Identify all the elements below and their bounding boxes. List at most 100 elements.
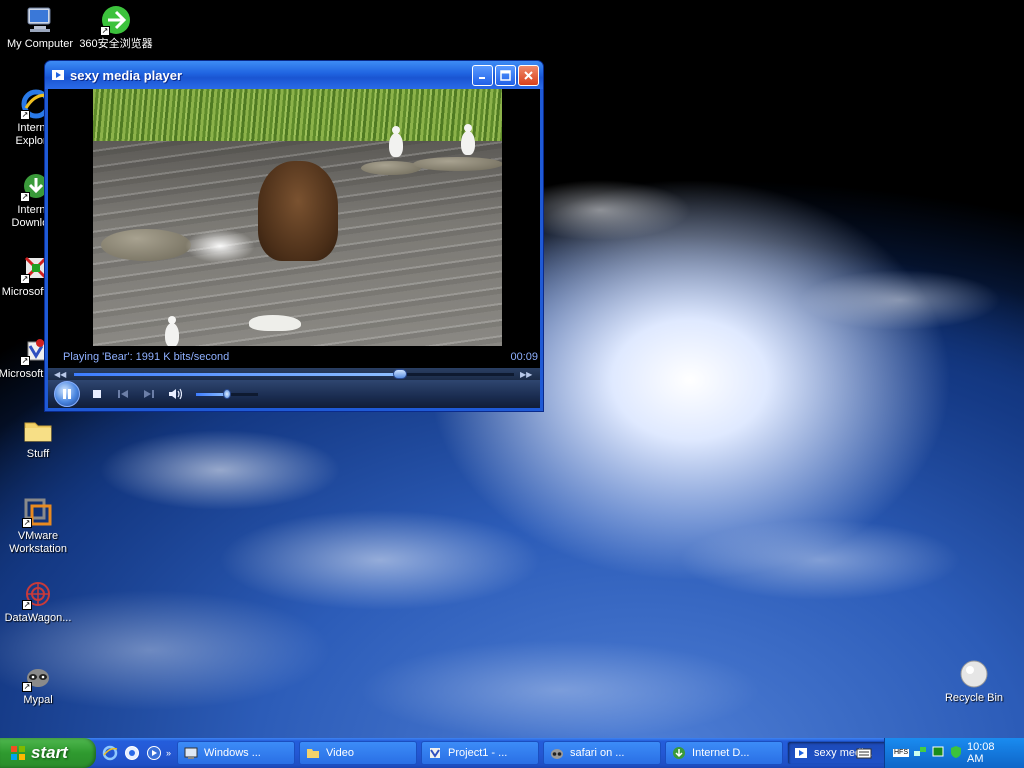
folder-icon xyxy=(306,746,320,760)
seek-progress xyxy=(74,372,400,376)
task-button-label: Internet D... xyxy=(692,747,750,759)
hfs-badge[interactable]: HFS xyxy=(893,749,909,757)
computer-icon xyxy=(24,4,56,36)
visual-basic-icon xyxy=(428,746,442,760)
task-button[interactable]: Video xyxy=(299,741,418,765)
seek-bar-row: ◀◀ ▶▶ xyxy=(48,368,540,380)
mypal-raccoon-icon: ↗ xyxy=(22,660,54,692)
desktop-icon-my-computer[interactable]: My Computer xyxy=(2,4,78,51)
media-player-icon[interactable] xyxy=(146,745,162,761)
task-button[interactable]: Project1 - ... xyxy=(421,741,540,765)
fast-forward-icon[interactable]: ▶▶ xyxy=(520,370,534,379)
desktop-icon-mypal[interactable]: ↗ Mypal xyxy=(0,660,76,707)
video-gull xyxy=(165,316,179,346)
desktop-icon-vmware[interactable]: ↗ VMware Workstation xyxy=(0,496,76,556)
recycle-bin-icon xyxy=(958,658,990,690)
desktop-icon-datawagon[interactable]: ↗ DataWagon... xyxy=(0,578,76,625)
rewind-icon[interactable]: ◀◀ xyxy=(54,370,68,379)
desktop-icon-360-browser[interactable]: ↗ 360安全浏览器 xyxy=(78,4,154,51)
mute-button[interactable] xyxy=(166,385,184,403)
folder-icon xyxy=(22,414,54,446)
download-manager-icon xyxy=(672,746,686,760)
desktop-icon-label: DataWagon... xyxy=(4,612,72,624)
stop-icon xyxy=(93,390,101,398)
pause-icon xyxy=(63,389,71,399)
video-bear xyxy=(258,161,338,261)
shortcut-arrow-icon: ↗ xyxy=(22,682,32,692)
browser-360-icon: ↗ xyxy=(100,4,132,36)
network-icon[interactable] xyxy=(913,745,927,762)
desktop-icon-label: Mypal xyxy=(23,694,53,706)
clock[interactable]: 10:08 AM xyxy=(967,741,1024,765)
next-icon xyxy=(144,390,154,398)
desktop-icon-recycle-bin[interactable]: Recycle Bin xyxy=(936,658,1012,705)
mypal-raccoon-icon xyxy=(550,746,564,760)
system-tray: HFS 10:08 AM xyxy=(884,738,1024,768)
media-player-icon xyxy=(51,68,65,82)
player-client-area: Playing 'Bear': 1991 K bits/second 00:09… xyxy=(48,89,540,408)
volume-thumb[interactable] xyxy=(223,388,231,399)
previous-button[interactable] xyxy=(114,385,132,403)
minimize-button[interactable] xyxy=(472,64,493,86)
window-icon xyxy=(184,746,198,760)
video-rock xyxy=(413,157,502,171)
taskbar: start » Windows ... Video Project1 - ...… xyxy=(0,738,1024,768)
pause-button[interactable] xyxy=(54,381,80,407)
task-button-label: safari on ... xyxy=(570,747,625,759)
windows-flag-icon xyxy=(10,745,26,761)
vmware-icon: ↗ xyxy=(22,496,54,528)
desktop-icon-label: Recycle Bin xyxy=(944,692,1004,704)
shortcut-arrow-icon: ↗ xyxy=(22,518,32,528)
video-area[interactable] xyxy=(93,89,502,346)
task-button[interactable]: Windows ... xyxy=(177,741,296,765)
volume-icon xyxy=(169,388,182,400)
task-button-label: Windows ... xyxy=(204,747,261,759)
monitor-icon[interactable] xyxy=(931,745,945,762)
media-player-window[interactable]: sexy media player Playing 'Bear': 1991 K… xyxy=(44,60,544,412)
title-bar[interactable]: sexy media player xyxy=(45,61,543,89)
shield-icon[interactable] xyxy=(949,745,963,762)
browser-icon[interactable] xyxy=(124,745,140,761)
video-gull xyxy=(461,124,475,155)
video-gull xyxy=(389,126,403,157)
video-rock xyxy=(101,229,191,261)
video-grass xyxy=(93,89,502,141)
keyboard-icon[interactable] xyxy=(856,746,872,760)
internet-explorer-icon[interactable] xyxy=(102,745,118,761)
task-button-label: Video xyxy=(326,747,354,759)
desktop-icon-label: Stuff xyxy=(26,448,50,460)
minimize-icon xyxy=(478,77,485,79)
status-bar: Playing 'Bear': 1991 K bits/second 00:09 xyxy=(48,346,540,368)
close-button[interactable] xyxy=(518,64,539,86)
transport-controls xyxy=(48,380,540,408)
task-button[interactable]: safari on ... xyxy=(543,741,662,765)
task-button-label: Project1 - ... xyxy=(448,747,508,759)
desktop-icon-label: My Computer xyxy=(6,38,74,50)
media-player-icon xyxy=(794,746,808,760)
shortcut-arrow-icon: ↗ xyxy=(20,110,30,120)
chevron-right-icon[interactable]: » xyxy=(166,748,171,758)
next-button[interactable] xyxy=(140,385,158,403)
maximize-button[interactable] xyxy=(495,64,516,86)
shortcut-arrow-icon: ↗ xyxy=(22,600,32,610)
volume-slider[interactable] xyxy=(196,388,258,399)
elapsed-time: 00:09 xyxy=(510,351,538,363)
task-button[interactable]: Internet D... xyxy=(665,741,784,765)
seek-thumb[interactable] xyxy=(392,368,407,379)
shortcut-arrow-icon: ↗ xyxy=(20,356,30,366)
start-button[interactable]: start xyxy=(0,738,96,768)
close-icon xyxy=(524,70,533,80)
video-rock xyxy=(361,161,421,175)
start-label: start xyxy=(31,743,68,762)
quick-launch: » xyxy=(96,738,177,768)
datawagon-icon: ↗ xyxy=(22,578,54,610)
stop-button[interactable] xyxy=(88,385,106,403)
video-gull xyxy=(249,315,301,331)
playback-status: Playing 'Bear': 1991 K bits/second xyxy=(63,351,230,363)
seek-bar[interactable] xyxy=(74,368,514,379)
video-splash xyxy=(185,229,255,263)
desktop-icon-stuff-folder[interactable]: Stuff xyxy=(0,414,76,461)
shortcut-arrow-icon: ↗ xyxy=(100,26,110,36)
maximize-icon xyxy=(500,69,511,81)
previous-icon xyxy=(118,390,128,398)
